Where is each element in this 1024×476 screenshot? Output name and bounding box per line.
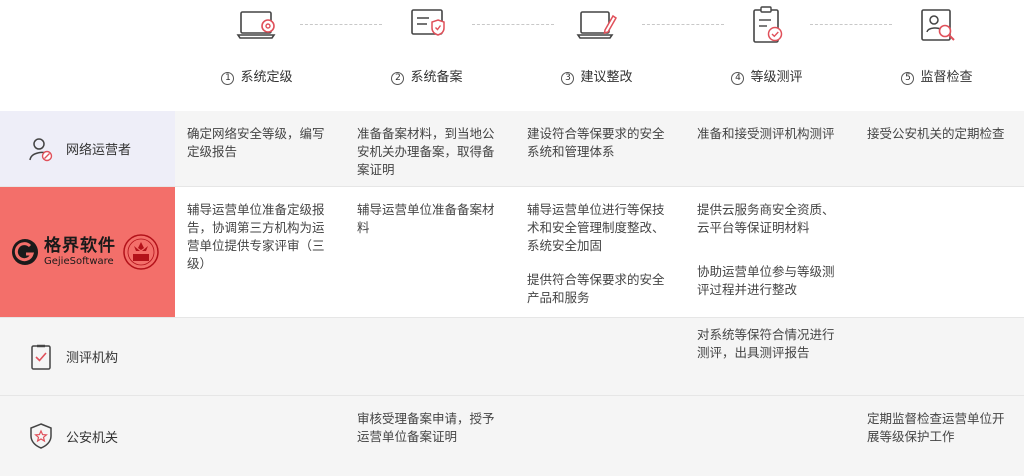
- row-label: 公安机关: [66, 430, 119, 446]
- step-number: 4: [731, 72, 745, 85]
- table-cell: [175, 396, 345, 476]
- cell-text: 定期监督检查运营单位开展等级保护工作: [867, 411, 1005, 444]
- table-cell: 审核受理备案申请，授予运营单位备案证明: [345, 396, 515, 476]
- step-text: 监督检查: [920, 70, 973, 85]
- huawei-partner-seal-icon: [123, 234, 159, 270]
- table-cell: 准备备案材料，到当地公安机关办理备案，取得备案证明: [345, 111, 515, 186]
- cell-text: 协助运营单位参与等级测评过程并进行整改: [697, 264, 835, 297]
- step-number: 1: [221, 72, 235, 85]
- step-label: 2 系统备案: [347, 66, 507, 85]
- table-cell: 确定网络安全等级，编写定级报告: [175, 111, 345, 186]
- table-row: 公安机关 审核受理备案申请，授予运营单位备案证明 定期监督检查运营单位开展等级保…: [0, 396, 1024, 476]
- cell-text: 接受公安机关的定期检查: [867, 126, 1005, 141]
- cell-text: 辅导运营单位进行等保技术和安全管理制度整改、系统安全加固: [527, 202, 665, 253]
- table-cell: [855, 187, 1024, 317]
- step-text: 系统定级: [240, 70, 293, 85]
- table-cell: 提供云服务商安全资质、云平台等保证明材料 协助运营单位参与等级测评过程并进行整改: [685, 187, 855, 317]
- row-header: 测评机构: [0, 318, 175, 395]
- step-5: 5 监督检查: [857, 0, 1017, 110]
- row-header: 网络运营者: [0, 111, 175, 186]
- user-shield-icon: [29, 137, 53, 161]
- cell-text: 提供云服务商安全资质、云平台等保证明材料: [697, 202, 835, 235]
- table-cell: [175, 318, 345, 395]
- clipboard-check-icon: [753, 6, 783, 43]
- cell-text: 辅导运营单位准备定级报告，协调第三方机构为运营单位提供专家评审（三级）: [187, 202, 325, 271]
- table-cell: 接受公安机关的定期检查: [855, 111, 1024, 186]
- table-cell: [515, 318, 685, 395]
- cell-text: 辅导运营单位准备备案材料: [357, 202, 495, 235]
- step-number: 3: [561, 72, 575, 85]
- step-3: 3 建议整改: [517, 0, 677, 110]
- step-1: 1 系统定级: [177, 0, 337, 110]
- cell-text: 对系统等保符合情况进行测评，出具测评报告: [697, 327, 835, 360]
- step-label: 4 等级测评: [687, 66, 847, 85]
- cell-text: 建设符合等保要求的安全系统和管理体系: [527, 126, 665, 159]
- table-row: 网络运营者 确定网络安全等级，编写定级报告 准备备案材料，到当地公安机关办理备案…: [0, 111, 1024, 187]
- company-name-cn: 格界软件: [44, 236, 116, 256]
- table-cell: 辅导运营单位准备定级报告，协调第三方机构为运营单位提供专家评审（三级）: [175, 187, 345, 317]
- clipboard-check-icon: [31, 344, 51, 370]
- table-cell: [685, 396, 855, 476]
- cell-text: 准备和接受测评机构测评: [697, 126, 835, 141]
- row-label: 网络运营者: [66, 143, 132, 158]
- row-header: 公安机关: [0, 396, 175, 476]
- step-number: 2: [391, 72, 405, 85]
- step-4: 4 等级测评: [687, 0, 847, 110]
- table-cell: 对系统等保符合情况进行测评，出具测评报告: [685, 318, 855, 395]
- table-cell: [855, 318, 1024, 395]
- step-text: 建议整改: [580, 70, 633, 85]
- step-2: 2 系统备案: [347, 0, 507, 110]
- step-label: 3 建议整改: [517, 66, 677, 85]
- step-label: 5 监督检查: [857, 66, 1017, 85]
- table-cell: 准备和接受测评机构测评: [685, 111, 855, 186]
- step-text: 系统备案: [410, 70, 463, 85]
- document-shield-icon: [411, 9, 445, 36]
- table-cell: 建设符合等保要求的安全系统和管理体系: [515, 111, 685, 186]
- police-badge-icon: [30, 423, 52, 449]
- row-label: 测评机构: [66, 351, 119, 366]
- gejie-logo-icon: [12, 239, 38, 265]
- laptop-pencil-icon: [576, 11, 617, 39]
- step-label: 1 系统定级: [177, 66, 337, 85]
- cell-text: 审核受理备案申请，授予运营单位备案证明: [357, 411, 495, 444]
- step-text: 等级测评: [750, 70, 803, 85]
- table-cell: [345, 318, 515, 395]
- cell-text: 确定网络安全等级，编写定级报告: [187, 126, 325, 159]
- company-name-en: GejieSoftware: [44, 256, 114, 267]
- table-row: 格界软件 GejieSoftware 辅导运营单位准备定级报告，协调第三方机构为…: [0, 187, 1024, 318]
- table-row: 测评机构 对系统等保符合情况进行测评，出具测评报告: [0, 318, 1024, 396]
- process-steps: 1 系统定级 2 系统备案 3 建议整改 4 等级测评 5 监督检查: [0, 0, 1024, 110]
- company-logo-text: 格界软件 GejieSoftware: [44, 236, 116, 268]
- laptop-gear-icon: [236, 11, 276, 39]
- step-number: 5: [901, 72, 915, 85]
- table-cell: 辅导运营单位准备备案材料: [345, 187, 515, 317]
- table-cell: 辅导运营单位进行等保技术和安全管理制度整改、系统安全加固 提供符合等保要求的安全…: [515, 187, 685, 317]
- table-cell: 定期监督检查运营单位开展等级保护工作: [855, 396, 1024, 476]
- row-header: 格界软件 GejieSoftware: [0, 187, 175, 317]
- person-magnifier-icon: [921, 9, 955, 41]
- cell-text: 准备备案材料，到当地公安机关办理备案，取得备案证明: [357, 126, 495, 177]
- table-cell: [515, 396, 685, 476]
- cell-text: 提供符合等保要求的安全产品和服务: [527, 272, 665, 305]
